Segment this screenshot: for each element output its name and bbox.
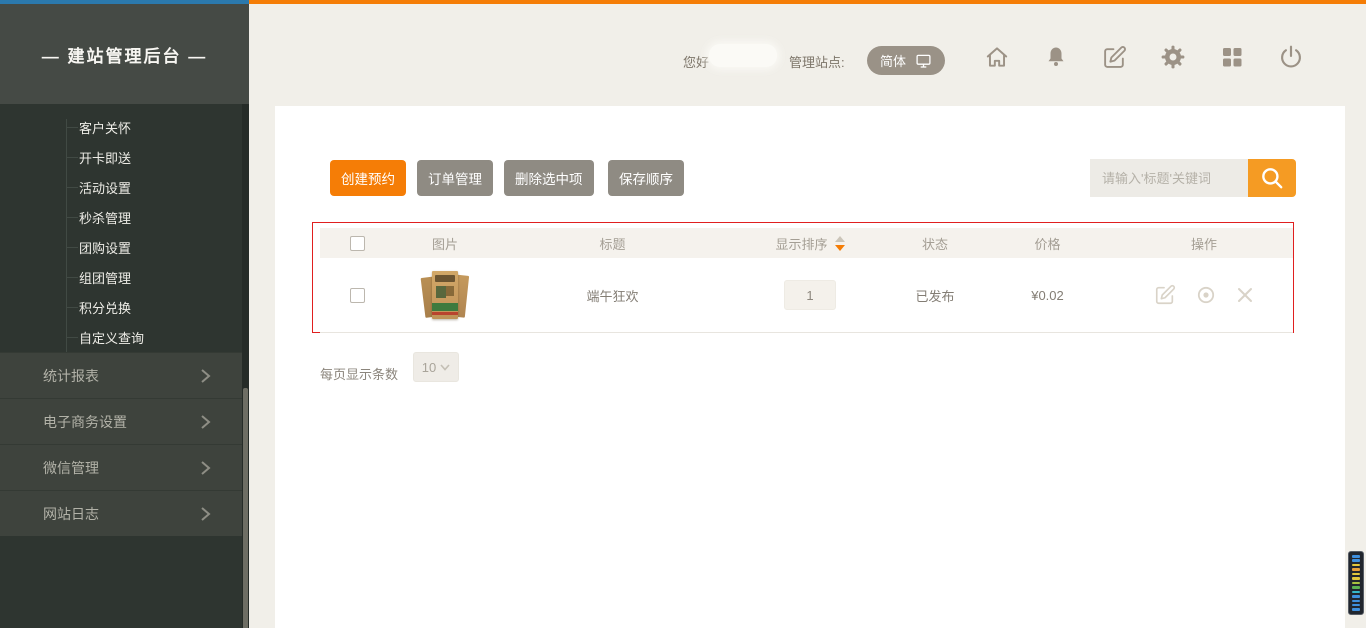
per-page-value: 10 — [422, 360, 436, 375]
delete-close-icon[interactable] — [1236, 286, 1254, 304]
sidebar-section-wechat[interactable]: 微信管理 — [0, 444, 249, 490]
col-header-sort: 显示排序 — [730, 234, 890, 253]
sidebar-sections: 统计报表 电子商务设置 微信管理 网站日志 — [0, 352, 249, 628]
sidebar-item-customer-care[interactable]: 客户关怀 — [0, 117, 249, 137]
tree-tick — [66, 247, 78, 248]
row-price: ¥0.02 — [980, 288, 1115, 303]
sidebar-section-site-logs[interactable]: 网站日志 — [0, 490, 249, 536]
create-reservation-button[interactable]: 创建预约 — [330, 160, 406, 196]
grid-apps-icon[interactable] — [1217, 42, 1247, 72]
sidebar-item-group-manage[interactable]: 组团管理 — [0, 267, 249, 287]
app-title: — 建站管理后台 — — [0, 4, 249, 104]
col-header-title: 标题 — [495, 234, 730, 253]
status-badge: 已发布 — [890, 286, 980, 305]
col-header-price: 价格 — [980, 234, 1115, 253]
topbar: 您好 管理站点: 简体 — [249, 4, 1366, 106]
tree-tick — [66, 187, 78, 188]
tree-tick — [66, 307, 78, 308]
select-all-checkbox[interactable] — [350, 236, 365, 251]
table-header: 图片 标题 显示排序 状态 价格 操作 — [320, 228, 1293, 258]
row-checkbox[interactable] — [350, 288, 365, 303]
scrollbar-thumb[interactable] — [243, 388, 248, 628]
sidebar-item-custom-query[interactable]: 自定义查询 — [0, 327, 249, 347]
gear-icon[interactable] — [1158, 42, 1188, 72]
sidebar-item-group-buy[interactable]: 团购设置 — [0, 237, 249, 257]
table-row: 端午狂欢 已发布 ¥0.02 — [320, 258, 1293, 333]
tree-tick — [66, 337, 78, 338]
order-input[interactable] — [784, 280, 836, 310]
tree-tick — [66, 127, 78, 128]
sort-arrows[interactable] — [835, 236, 845, 251]
chevron-right-icon — [200, 414, 211, 430]
sidebar-item-flash-sale[interactable]: 秒杀管理 — [0, 207, 249, 227]
sort-down-icon[interactable] — [835, 245, 845, 251]
home-icon[interactable] — [982, 42, 1012, 72]
power-icon[interactable] — [1276, 42, 1306, 72]
site-label: 管理站点: — [789, 52, 845, 71]
language-label: 简体 — [880, 51, 906, 70]
order-management-button[interactable]: 订单管理 — [417, 160, 493, 196]
sidebar: — 建站管理后台 — 客户关怀 开卡即送 活动设置 秒杀管理 团购设置 组团管理… — [0, 4, 249, 628]
sort-up-icon[interactable] — [835, 236, 845, 242]
search-button[interactable] — [1248, 159, 1296, 197]
row-title: 端午狂欢 — [495, 286, 730, 305]
sidebar-item-activity[interactable]: 活动设置 — [0, 177, 249, 197]
tree-tick — [66, 217, 78, 218]
search-input[interactable] — [1090, 159, 1248, 197]
sidebar-item-card-gift[interactable]: 开卡即送 — [0, 147, 249, 167]
edit-icon[interactable] — [1099, 42, 1129, 72]
language-site-pill[interactable]: 简体 — [867, 46, 945, 75]
sidebar-section-statistics[interactable]: 统计报表 — [0, 352, 249, 398]
admin-page: — 建站管理后台 — 客户关怀 开卡即送 活动设置 秒杀管理 团购设置 组团管理… — [0, 0, 1366, 628]
search-icon — [1259, 165, 1285, 191]
greeting-label: 您好 — [683, 52, 709, 71]
sidebar-section-ecommerce[interactable]: 电子商务设置 — [0, 398, 249, 444]
chevron-right-icon — [200, 506, 211, 522]
chevron-right-icon — [200, 368, 211, 384]
sidebar-item-points-exchange[interactable]: 积分兑换 — [0, 297, 249, 317]
tree-tick — [66, 277, 78, 278]
chevron-right-icon — [200, 460, 211, 476]
bell-icon[interactable] — [1041, 42, 1071, 72]
sidebar-scrollbar[interactable] — [242, 104, 249, 628]
per-page-select[interactable]: 10 — [413, 352, 459, 382]
view-eye-icon[interactable] — [1196, 285, 1216, 305]
edit-row-icon[interactable] — [1154, 284, 1176, 306]
monitor-icon — [915, 53, 932, 69]
level-indicator — [1348, 551, 1364, 615]
delete-selected-button[interactable]: 删除选中项 — [504, 160, 594, 196]
product-image[interactable] — [422, 269, 468, 321]
save-order-button[interactable]: 保存顺序 — [608, 160, 684, 196]
col-header-image: 图片 — [395, 234, 495, 253]
col-header-actions: 操作 — [1115, 234, 1293, 253]
per-page-label: 每页显示条数 — [320, 360, 398, 390]
tree-tick — [66, 157, 78, 158]
chevron-down-icon — [440, 364, 450, 371]
username-redacted — [709, 44, 777, 67]
col-header-status: 状态 — [890, 234, 980, 253]
